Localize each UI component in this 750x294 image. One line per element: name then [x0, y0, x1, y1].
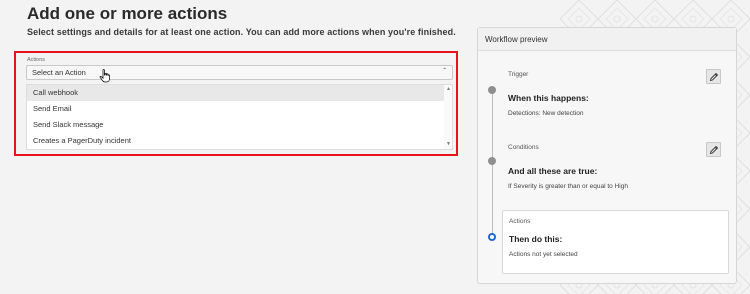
option-send-slack-message[interactable]: Send Slack message: [27, 117, 445, 133]
pencil-icon: [709, 145, 719, 155]
actions-dropdown-list[interactable]: Call webhook Send Email Send Slack messa…: [26, 84, 453, 150]
edit-conditions-button[interactable]: [706, 142, 721, 157]
option-call-webhook[interactable]: Call webhook: [27, 85, 445, 101]
conditions-label: Conditions: [508, 144, 539, 151]
option-send-email[interactable]: Send Email: [27, 101, 445, 117]
actions-select[interactable]: Select an Action ˆ: [26, 65, 453, 80]
trigger-heading: When this happens:: [508, 93, 589, 103]
actions-preview-detail: Actions not yet selected: [509, 251, 578, 258]
actions-preview-heading: Then do this:: [509, 234, 563, 244]
actions-step-dot-active: [488, 233, 496, 241]
option-create-pagerduty-incident[interactable]: Creates a PagerDuty incident: [27, 133, 445, 149]
trigger-step-dot: [488, 86, 496, 94]
pencil-icon: [709, 72, 719, 82]
page-subtitle: Select settings and details for at least…: [27, 27, 456, 37]
page-title: Add one or more actions: [27, 4, 228, 23]
conditions-step-dot: [488, 157, 496, 165]
scroll-down-arrow-icon[interactable]: ▼: [446, 141, 451, 147]
scroll-up-arrow-icon[interactable]: ▲: [446, 86, 451, 92]
chevron-up-icon[interactable]: ˆ: [443, 67, 446, 76]
workflow-preview-panel: Workflow preview Trigger When this happe…: [477, 27, 737, 284]
conditions-detail: If Severity is greater than or equal to …: [508, 183, 628, 190]
timeline-line: [492, 90, 493, 240]
actions-preview-label: Actions: [509, 218, 531, 225]
actions-select-placeholder: Select an Action: [32, 68, 86, 77]
actions-preview-card: Actions Then do this: Actions not yet se…: [502, 210, 729, 274]
trigger-label: Trigger: [508, 71, 529, 78]
conditions-heading: And all these are true:: [508, 166, 598, 176]
workflow-preview-header: Workflow preview: [478, 28, 736, 51]
edit-trigger-button[interactable]: [706, 69, 721, 84]
dropdown-scrollbar[interactable]: ▲ ▼: [444, 85, 452, 149]
trigger-detail: Detections: New detection: [508, 110, 584, 117]
actions-field-label: Actions: [27, 57, 46, 63]
workflow-preview-title: Workflow preview: [485, 35, 548, 44]
hand-cursor-icon: [99, 69, 110, 83]
